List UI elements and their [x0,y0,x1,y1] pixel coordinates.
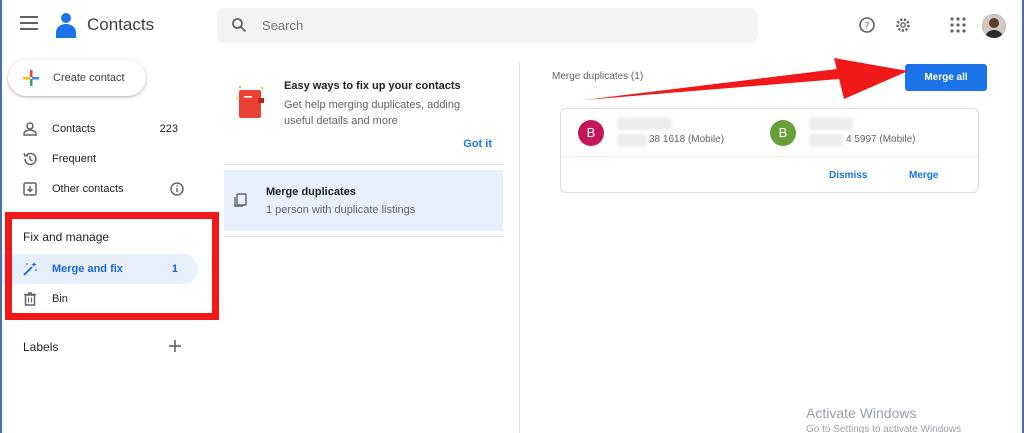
merge-duplicates-item[interactable]: Merge duplicates 1 person with duplicate… [224,170,503,231]
settings-gear-icon[interactable] [894,16,912,34]
copy-icon [234,193,247,207]
tip-text: Get help merging duplicates, adding usef… [284,99,461,127]
redacted-phone-prefix [617,134,647,146]
fix-and-manage-heading: Fix and manage [23,230,110,244]
app-title: Contacts [87,15,155,34]
hamburger-menu-icon[interactable] [20,16,38,30]
search-input[interactable] [262,8,742,43]
account-avatar[interactable] [982,14,1006,38]
column-divider [519,62,520,433]
merge-all-button[interactable]: Merge all [905,64,987,91]
help-icon[interactable]: ? [858,16,876,34]
sidebar-item-other-contacts[interactable]: Other contacts [2,174,198,204]
sidebar-item-count: 1 [171,263,178,275]
search-icon[interactable] [231,17,247,33]
download-box-icon [23,182,37,196]
magic-wand-icon [23,262,37,276]
sidebar-item-frequent[interactable]: Frequent [2,144,198,174]
divider [224,236,503,237]
redacted-phone-prefix [809,134,843,146]
sidebar-item-label: Frequent [52,153,97,165]
search-bar[interactable] [217,8,758,43]
merge-duplicates-title: Merge duplicates [266,186,356,198]
redacted-name [809,118,853,130]
create-contact-button[interactable]: Create contact [8,60,146,96]
merge-duplicates-heading: Merge duplicates (1) [552,71,644,82]
apps-grid-icon[interactable] [949,16,967,34]
contact-avatar: B [770,120,796,146]
plus-icon [23,70,39,86]
contact-phone: 4 5997 (Mobile) [846,134,916,145]
labels-heading: Labels [23,340,59,354]
contact-book-icon [236,85,264,118]
redacted-name [617,118,672,130]
add-label-icon[interactable] [168,339,182,353]
merge-button[interactable]: Merge [909,170,938,181]
top-bar: Contacts ? [2,0,1022,50]
got-it-button[interactable]: Got it [463,138,492,150]
sidebar-item-label: Contacts [52,123,96,135]
divider [224,164,503,165]
trash-icon [24,292,36,306]
create-contact-label: Create contact [53,72,125,84]
sidebar-item-label: Bin [52,293,68,305]
sidebar-item-merge-and-fix[interactable]: Merge and fix 1 [2,254,198,284]
history-icon [23,152,37,166]
sidebar-item-label: Other contacts [52,183,124,195]
sidebar-item-contacts[interactable]: Contacts 223 [2,114,198,144]
dismiss-button[interactable]: Dismiss [829,170,867,181]
svg-text:?: ? [865,22,870,32]
contacts-logo-icon [56,13,76,38]
sidebar-item-count: 223 [159,123,178,135]
tip-title: Easy ways to fix up your contacts [284,80,461,92]
info-icon[interactable] [170,182,184,196]
activate-windows-subtext: Go to Settings to activate Windows [806,424,962,433]
merge-duplicates-subtitle: 1 person with duplicate listings [266,204,416,216]
sidebar-item-bin[interactable]: Bin [2,284,198,314]
contact-phone: 38 1618 (Mobile) [649,134,725,145]
contact-avatar: B [578,120,604,146]
person-icon [23,122,37,136]
activate-windows-watermark: Activate Windows [806,405,917,421]
duplicate-card: B 38 1618 (Mobile) B 4 5997 (Mobile) Dis… [560,108,979,193]
tip-card: Easy ways to fix up your contacts Get he… [224,70,504,164]
card-divider [561,156,978,157]
sidebar-item-label: Merge and fix [52,263,123,275]
